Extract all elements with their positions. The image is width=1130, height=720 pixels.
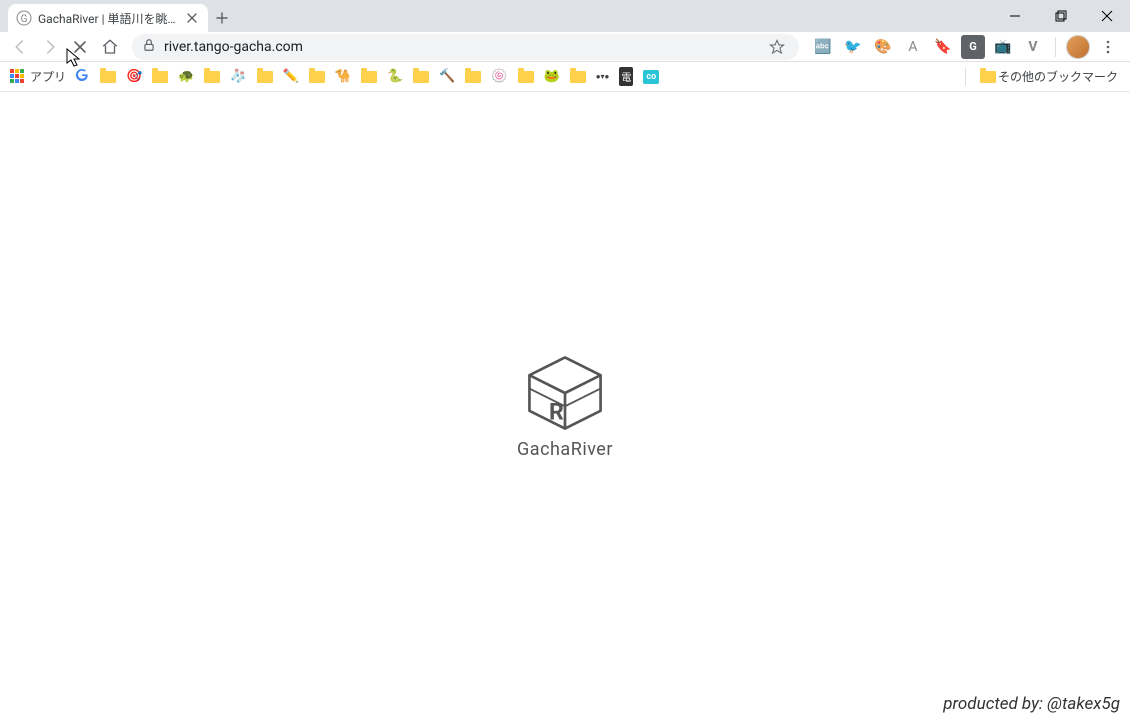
window-controls [992,0,1130,32]
bookmark-item-pencil[interactable]: ✏️ [281,67,301,86]
window-maximize-button[interactable] [1038,0,1084,32]
target-icon: 🎯 [126,69,142,84]
credit-prefix: producted by: [943,694,1047,714]
bookmarks-right: その他のブックマーク [959,66,1120,87]
folder-icon [518,71,534,83]
folder-icon [465,71,481,83]
bookmark-item-sock[interactable]: 🧦 [228,67,248,86]
other-bookmarks-button[interactable]: その他のブックマーク [978,66,1120,87]
tab-favicon: G [16,10,32,26]
google-icon [74,67,90,86]
box-icon: R [520,353,610,433]
address-bar[interactable]: river.tango-gacha.com [132,34,799,60]
pencil-icon: ✏️ [283,69,299,84]
bookmark-item-folder-8[interactable] [463,69,483,85]
apps-button[interactable]: アプリ [10,68,66,85]
menu-icon[interactable] [1096,35,1120,59]
bookmark-item-co[interactable]: co [641,68,661,86]
bookmark-item-hammer[interactable]: 🔨 [437,67,457,86]
frog-icon: 🐸 [544,69,560,84]
bookmark-item-folder-3[interactable] [202,69,222,85]
folder-icon [361,71,377,83]
ext-g-icon[interactable]: G [961,35,985,59]
browser-tab[interactable]: G GachaRiver | 単語川を眺めて心を洗 [8,4,208,32]
other-bookmarks-label: その他のブックマーク [998,68,1118,85]
browser-toolbar: river.tango-gacha.com 🔤 🐦 🎨 A 🔖 G 📺 V [0,32,1130,62]
bookmark-item-naruto[interactable]: 🍥 [489,67,509,86]
bookmark-item-camel[interactable]: 🐪 [333,67,353,86]
site-logo: R GachaRiver [517,353,613,460]
bookmark-item-folder-6[interactable] [359,69,379,85]
folder-icon [309,71,325,83]
bookmark-item-folder-2[interactable] [150,69,170,85]
tab-title: GachaRiver | 単語川を眺めて心を洗 [38,10,178,27]
bookmark-item-turtle[interactable]: 🐢 [176,67,196,86]
bookmark-item-folder-5[interactable] [307,69,327,85]
tab-close-icon[interactable] [184,10,200,26]
svg-text:G: G [21,14,28,25]
folder-icon [413,71,429,83]
nav-stop-button[interactable] [66,33,94,61]
folder-icon [980,71,996,83]
camel-icon: 🐪 [335,69,351,84]
nav-forward-button[interactable] [36,33,64,61]
apps-grid-icon [10,69,26,85]
bookmark-item-target[interactable]: 🎯 [124,67,144,86]
extension-icons: 🔤 🐦 🎨 A 🔖 G 📺 V [807,35,1124,59]
dots-icon: ●▾● [596,72,610,81]
lock-icon [142,37,156,56]
page-content: R GachaRiver producted by: @takex5g [0,92,1130,720]
folder-icon [257,71,273,83]
toolbar-separator [1055,37,1056,57]
bookmark-separator [965,68,966,86]
folder-icon [204,71,220,83]
bookmark-item-folder-10[interactable] [568,69,588,85]
bookmark-items: 🎯 🐢 🧦 ✏️ 🐪 🐍 🔨 🍥 🐸 ●▾● 電 co [72,65,661,88]
star-icon[interactable] [765,35,789,59]
folder-icon [100,71,116,83]
ext-twitter-icon[interactable]: 🐦 [841,35,865,59]
naruto-icon: 🍥 [491,69,507,84]
bookmark-item-google[interactable] [72,65,92,88]
bookmark-item-folder-7[interactable] [411,69,431,85]
bookmark-item-folder-4[interactable] [255,69,275,85]
address-bar-url: river.tango-gacha.com [164,39,757,55]
ext-translate-icon[interactable]: 🔤 [811,35,835,59]
nav-home-button[interactable] [96,33,124,61]
snake-icon: 🐍 [387,69,403,84]
hammer-icon: 🔨 [439,69,455,84]
logo-text: GachaRiver [517,439,613,460]
window-close-button[interactable] [1084,0,1130,32]
bookmark-item-dots[interactable]: ●▾● [594,70,612,83]
folder-icon [570,71,586,83]
den-icon: 電 [619,67,633,86]
tab-strip: G GachaRiver | 単語川を眺めて心を洗 [0,0,1130,32]
bookmark-item-folder-9[interactable] [516,69,536,85]
svg-text:R: R [549,398,564,425]
ext-text-icon[interactable]: A [901,35,925,59]
ext-color-icon[interactable]: 🎨 [871,35,895,59]
apps-label: アプリ [30,68,66,85]
new-tab-button[interactable] [208,4,236,32]
bookmark-item-folder-1[interactable] [98,69,118,85]
sock-icon: 🧦 [230,69,246,84]
credit-line: producted by: @takex5g [943,694,1120,714]
turtle-icon: 🐢 [178,69,194,84]
ext-v-icon[interactable]: V [1021,35,1045,59]
ext-bookmark-icon[interactable]: 🔖 [931,35,955,59]
bookmark-item-frog[interactable]: 🐸 [542,67,562,86]
bookmarks-bar: アプリ 🎯 🐢 🧦 ✏️ 🐪 🐍 🔨 🍥 🐸 ●▾● 電 co その他のブックマーク [0,62,1130,92]
folder-icon [152,71,168,83]
ext-video-icon[interactable]: 📺 [991,35,1015,59]
bookmark-item-snake[interactable]: 🐍 [385,67,405,86]
credit-link[interactable]: @takex5g [1047,694,1120,714]
profile-avatar[interactable] [1066,35,1090,59]
bookmark-item-den[interactable]: 電 [617,65,635,88]
window-minimize-button[interactable] [992,0,1038,32]
nav-back-button[interactable] [6,33,34,61]
co-icon: co [643,70,659,84]
